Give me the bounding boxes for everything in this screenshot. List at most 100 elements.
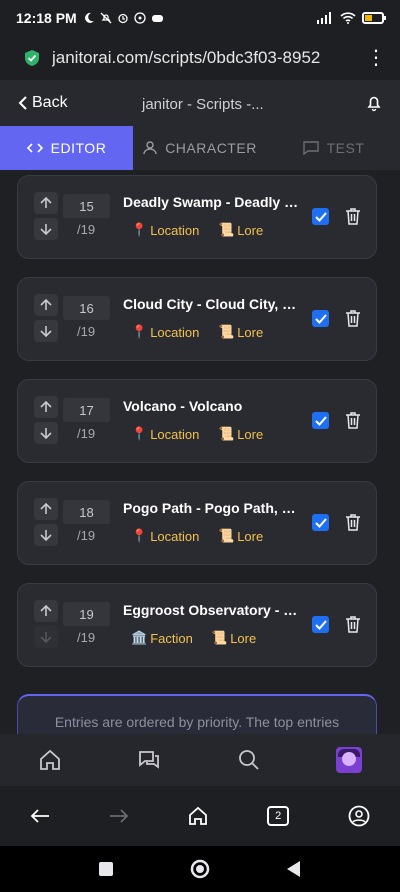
arrow-down-icon <box>40 326 52 338</box>
battery-icon <box>362 12 386 24</box>
priority-total: /19 <box>77 222 96 237</box>
tab-character[interactable]: CHARACTER <box>133 126 267 170</box>
enabled-checkbox[interactable] <box>312 208 329 225</box>
tag-lore: 📜 Lore <box>218 324 264 340</box>
url-text[interactable]: janitorai.com/scripts/0bdc3f03-8952 <box>52 48 362 68</box>
game-icon <box>151 15 163 22</box>
enabled-checkbox[interactable] <box>312 616 329 633</box>
pin-icon: 📍 <box>131 426 148 441</box>
arrow-up-icon <box>40 196 52 208</box>
tag-location: 📍 Location <box>131 426 200 442</box>
avatar[interactable] <box>336 747 363 773</box>
move-up-button[interactable] <box>34 600 58 622</box>
info-banner: Entries are ordered by priority. The top… <box>17 694 377 734</box>
status-time: 12:18 PM <box>16 10 77 26</box>
app-header: Back janitor - Scripts -... <box>0 80 400 126</box>
entry-name[interactable]: Pogo Path - Pogo Path, P... <box>123 500 299 516</box>
priority-input[interactable]: 15 <box>63 194 110 218</box>
entry-name[interactable]: Volcano - Volcano <box>123 398 299 414</box>
enabled-checkbox[interactable] <box>312 310 329 327</box>
chat-icon <box>302 141 319 155</box>
move-up-button[interactable] <box>34 396 58 418</box>
move-down-button[interactable] <box>34 218 58 240</box>
pin-icon: 📍 <box>131 528 148 543</box>
back-button[interactable]: Back <box>18 94 68 112</box>
more-menu-icon[interactable]: ⋮ <box>366 48 386 68</box>
entry-name[interactable]: Eggroost Observatory - O... <box>123 602 299 618</box>
trash-icon[interactable] <box>345 207 361 225</box>
move-down-button[interactable] <box>34 422 58 444</box>
app-bottom-nav <box>0 734 400 786</box>
tab-character-label: CHARACTER <box>165 140 257 156</box>
arrow-left-icon[interactable] <box>30 808 50 824</box>
move-up-button[interactable] <box>34 294 58 316</box>
priority-total: /19 <box>77 630 96 645</box>
tab-count-button[interactable]: 2 <box>267 806 290 826</box>
move-up-button[interactable] <box>34 192 58 214</box>
shield-check-icon <box>25 50 39 66</box>
tab-test[interactable]: TEST <box>267 126 400 170</box>
recents-icon[interactable] <box>98 862 113 876</box>
move-down-button[interactable] <box>34 524 58 546</box>
bell-icon[interactable] <box>366 94 382 112</box>
check-icon <box>314 313 327 324</box>
priority-input[interactable]: 18 <box>63 500 110 524</box>
home-circle-icon[interactable] <box>190 859 210 879</box>
tab-bar: EDITOR CHARACTER TEST <box>0 126 400 170</box>
enabled-checkbox[interactable] <box>312 412 329 429</box>
home-icon[interactable] <box>188 806 208 826</box>
entries-list[interactable]: 15 /19 Deadly Swamp - Deadly S... 📍 Locat… <box>0 170 400 734</box>
move-down-button[interactable] <box>34 626 58 648</box>
alarm-icon <box>118 13 128 24</box>
priority-input[interactable]: 19 <box>63 602 110 626</box>
account-icon[interactable] <box>348 805 370 827</box>
move-up-button[interactable] <box>34 498 58 520</box>
back-label: Back <box>32 94 68 111</box>
check-icon <box>314 415 327 426</box>
tag-lore: 📜 Lore <box>218 426 264 442</box>
trash-icon[interactable] <box>345 309 361 327</box>
tag-lore: 📜 Lore <box>218 528 264 544</box>
entry-card: 16 /19 Cloud City - Cloud City, Cl... 📍 L… <box>17 277 377 361</box>
entry-card: 19 /19 Eggroost Observatory - O... 🏛️ Fac… <box>17 583 377 667</box>
check-icon <box>314 211 327 222</box>
code-icon <box>26 143 43 153</box>
entry-card: 17 /19 Volcano - Volcano 📍 Location 📜 Lore <box>17 379 377 463</box>
search-icon[interactable] <box>237 748 261 772</box>
entry-name[interactable]: Cloud City - Cloud City, Cl... <box>123 296 299 312</box>
person-icon <box>143 141 157 155</box>
scroll-icon: 📜 <box>211 630 228 645</box>
chat-icon[interactable] <box>137 748 161 772</box>
trash-icon[interactable] <box>345 513 361 531</box>
check-icon <box>314 619 327 630</box>
trash-icon[interactable] <box>345 411 361 429</box>
tag-faction: 🏛️ Faction <box>131 630 193 646</box>
check-icon <box>314 517 327 528</box>
tag-lore: 📜 Lore <box>211 630 257 646</box>
enabled-checkbox[interactable] <box>312 514 329 531</box>
signal-icon <box>317 12 331 24</box>
arrow-down-icon <box>40 632 52 644</box>
priority-input[interactable]: 17 <box>63 398 110 422</box>
info-text: Entries are ordered by priority. The top… <box>54 714 340 730</box>
priority-input[interactable]: 16 <box>63 296 110 320</box>
arrow-up-icon <box>40 400 52 412</box>
arrow-up-icon <box>40 604 52 616</box>
back-triangle-icon[interactable] <box>287 861 301 877</box>
entry-card: 15 /19 Deadly Swamp - Deadly S... 📍 Locat… <box>17 175 377 259</box>
page-title: janitor - Scripts -... <box>142 96 264 113</box>
arrow-right-icon[interactable] <box>109 808 129 824</box>
entry-card: 18 /19 Pogo Path - Pogo Path, P... 📍 Loca… <box>17 481 377 565</box>
home-icon[interactable] <box>38 748 62 772</box>
entry-name[interactable]: Deadly Swamp - Deadly S... <box>123 194 299 210</box>
pin-icon: 📍 <box>131 222 148 237</box>
tab-editor[interactable]: EDITOR <box>0 126 133 170</box>
arrow-down-icon <box>40 530 52 542</box>
move-down-button[interactable] <box>34 320 58 342</box>
moon-icon <box>84 12 94 23</box>
browser-url-bar[interactable]: janitorai.com/scripts/0bdc3f03-8952 ⋮ <box>0 36 400 80</box>
tag-location: 📍 Location <box>131 222 200 238</box>
pin-icon: 📍 <box>131 324 148 339</box>
trash-icon[interactable] <box>345 615 361 633</box>
scroll-icon: 📜 <box>218 528 235 543</box>
